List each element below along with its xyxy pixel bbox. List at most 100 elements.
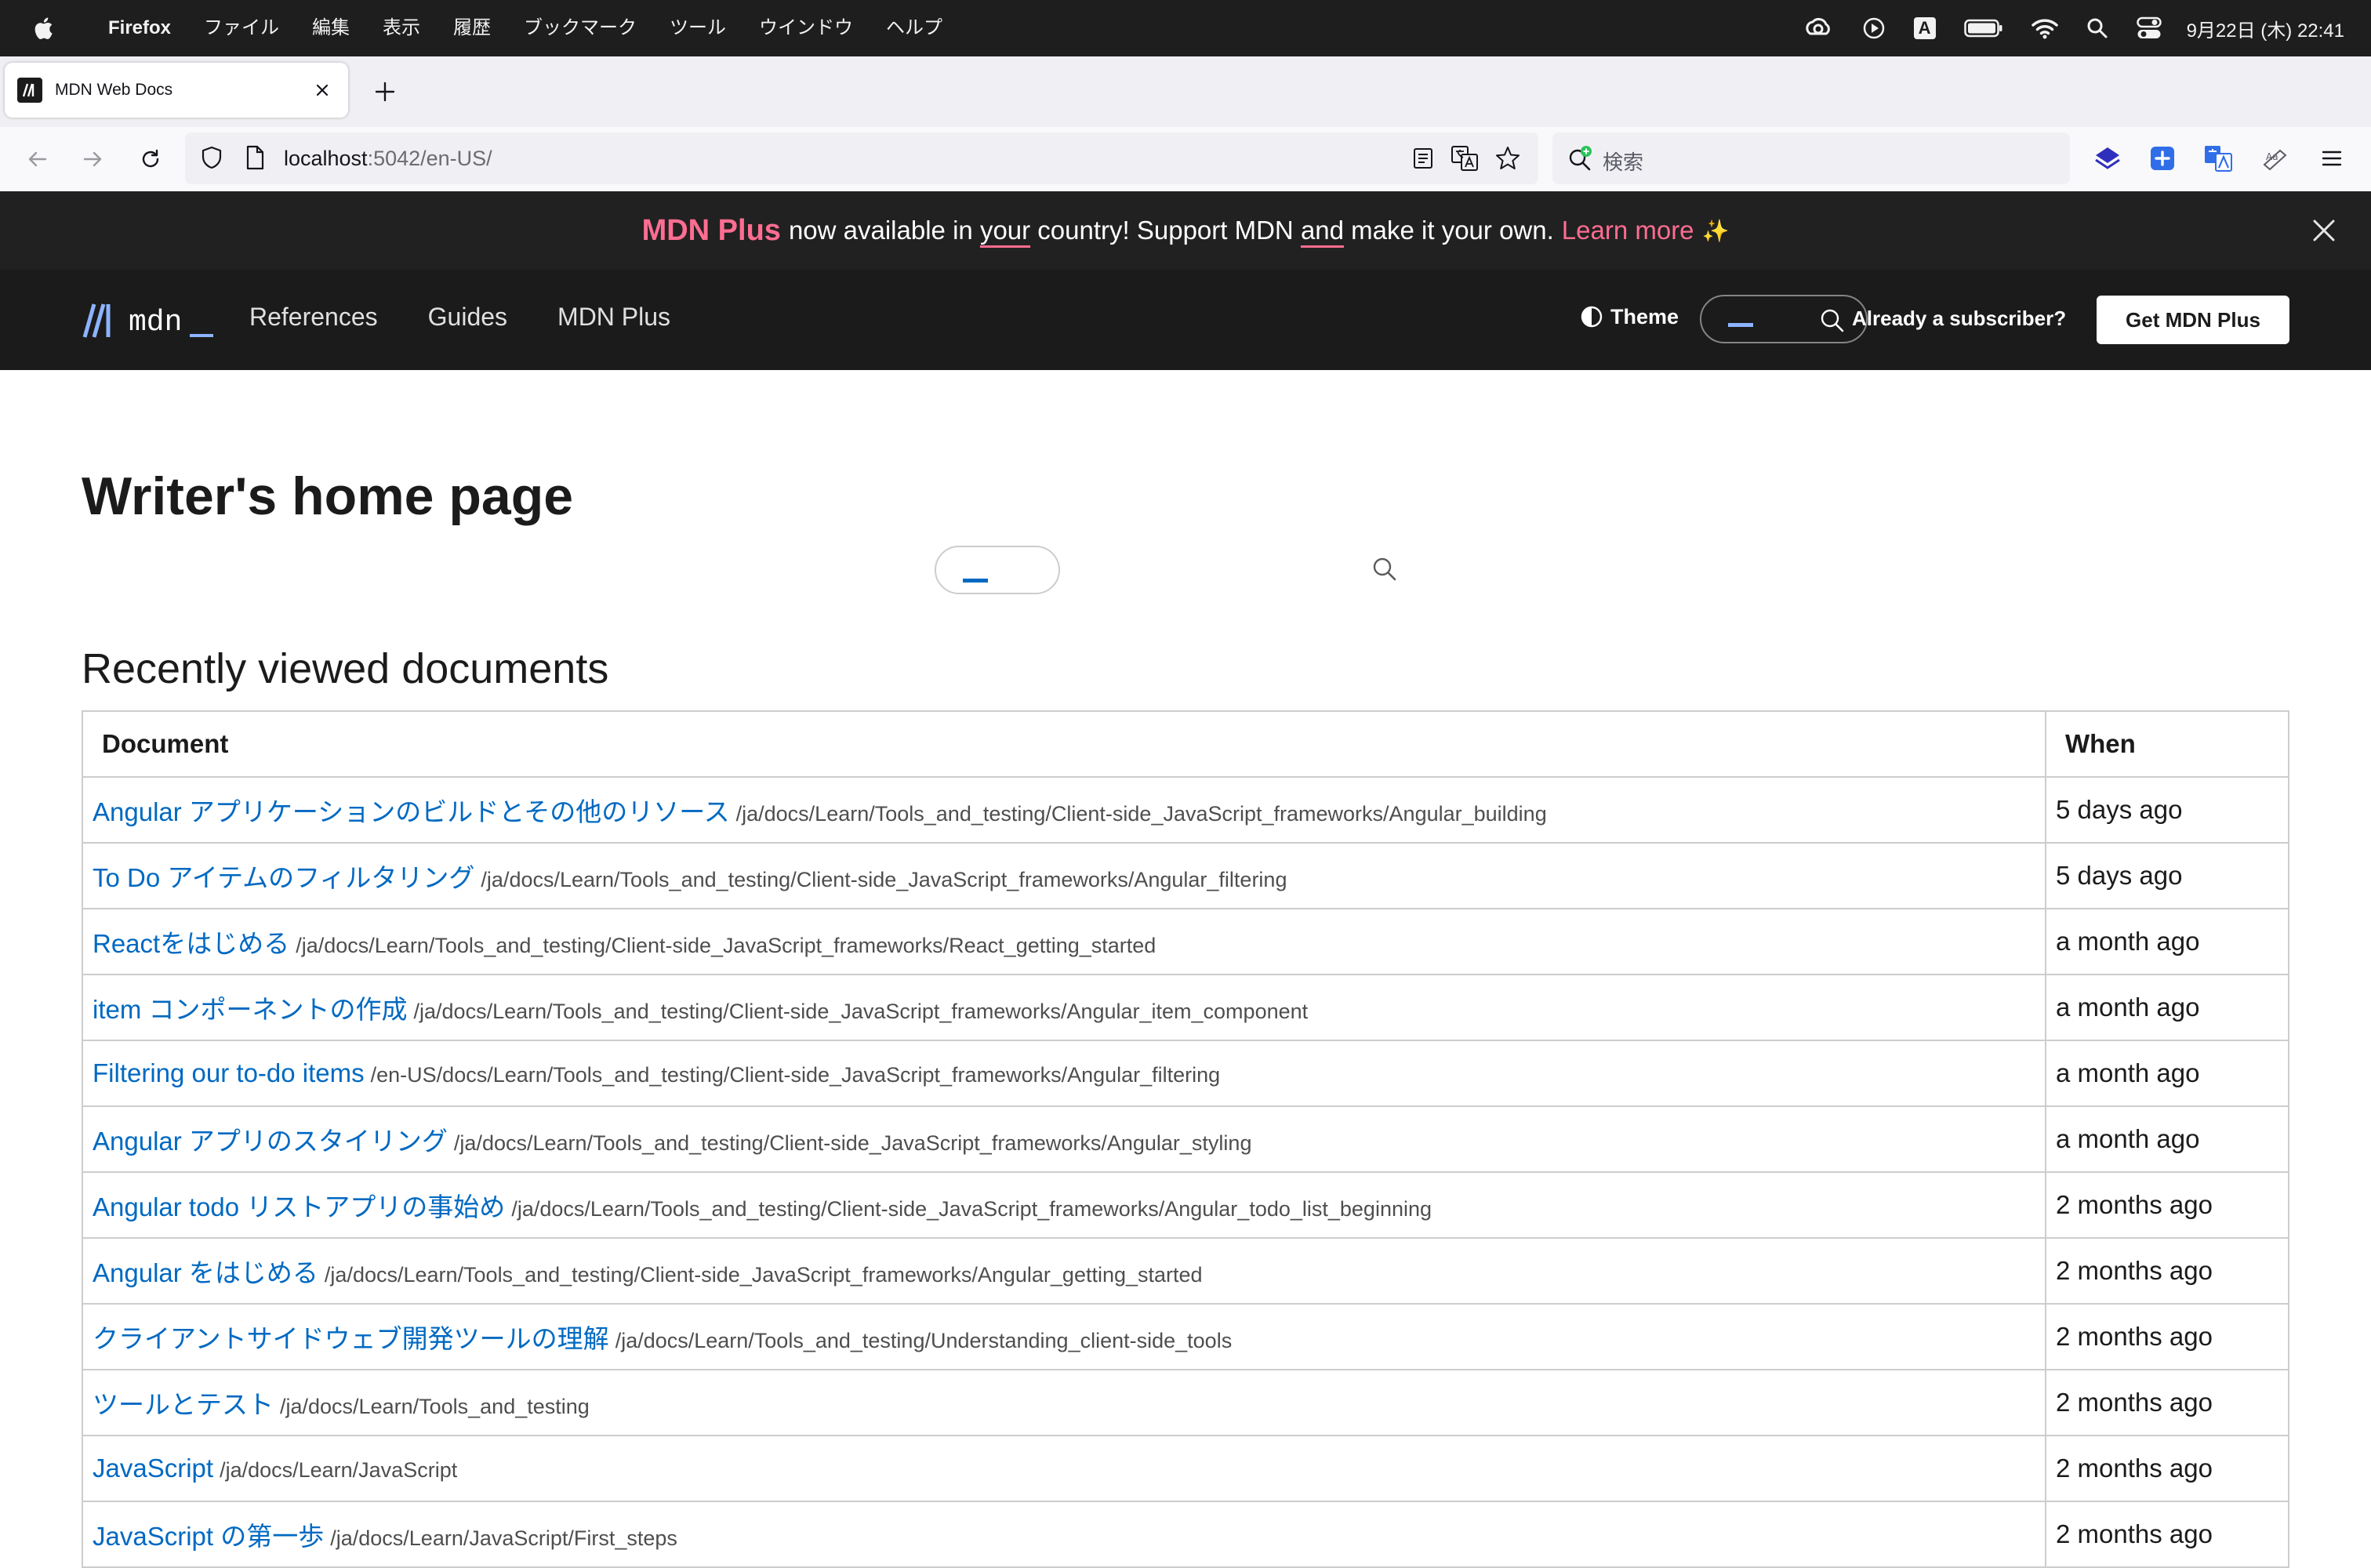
document-link[interactable]: Angular アプリケーションのビルドとその他のリソース — [93, 797, 730, 826]
document-link[interactable]: クライアントサイドウェブ開発ツールの理解 — [93, 1324, 609, 1353]
document-link[interactable]: Filtering our to-do items — [93, 1058, 365, 1087]
table-row: item コンポーネントの作成/ja/docs/Learn/Tools_and_… — [82, 974, 2289, 1041]
when-cell: 5 days ago — [2045, 842, 2289, 909]
menu-bar-clock[interactable]: 9月22日 (木) 22:41 — [2187, 15, 2344, 42]
document-link[interactable]: ツールとテスト — [93, 1390, 274, 1419]
url-path: :5042/en-US/ — [367, 147, 492, 170]
theme-switcher-button[interactable]: Theme — [1579, 304, 1679, 329]
app-menu-hamburger-icon[interactable] — [2318, 144, 2346, 172]
page-search-input[interactable] — [935, 546, 1060, 594]
menu-file[interactable]: ファイル — [204, 0, 279, 56]
search-bar-placeholder: 検索 — [1603, 151, 1644, 174]
document-link[interactable]: JavaScript — [93, 1454, 213, 1483]
document-path: /ja/docs/Learn/Tools_and_testing/Client-… — [511, 1197, 1432, 1221]
already-subscriber-link[interactable]: Already a subscriber? — [1852, 307, 2066, 331]
when-cell: a month ago — [2045, 1040, 2289, 1107]
extension-dictionary-icon[interactable]: Aa — [2261, 144, 2289, 172]
document-path: /ja/docs/Learn/Tools_and_testing/Client-… — [481, 868, 1287, 891]
search-engine-icon[interactable] — [1567, 145, 1593, 172]
document-cell: To Do アイテムのフィルタリング/ja/docs/Learn/Tools_a… — [82, 842, 2046, 909]
document-link[interactable]: Angular todo リストアプリの事始め — [93, 1192, 505, 1221]
menu-bookmarks[interactable]: ブックマーク — [524, 0, 637, 56]
menu-app-firefox[interactable]: Firefox — [108, 0, 171, 56]
document-path: /ja/docs/Learn/Tools_and_testing/Client-… — [296, 934, 1156, 957]
url-host: localhost — [284, 147, 368, 170]
banner-learn-more-link[interactable]: Learn more — [1562, 216, 1694, 245]
mdn-logo[interactable]: mdn — [82, 303, 214, 339]
main-nav: References Guides MDN Plus — [249, 303, 721, 332]
table-row: クライアントサイドウェブ開発ツールの理解/ja/docs/Learn/Tools… — [82, 1303, 2289, 1370]
search-bar[interactable]: 検索 — [1552, 132, 2070, 184]
table-row: To Do アイテムのフィルタリング/ja/docs/Learn/Tools_a… — [82, 842, 2289, 909]
nav-guides[interactable]: Guides — [428, 303, 507, 332]
document-cell: JavaScript/ja/docs/Learn/JavaScript — [82, 1435, 2046, 1502]
forward-button[interactable] — [77, 143, 108, 175]
document-link[interactable]: Angular アプリのスタイリング — [93, 1127, 448, 1156]
table-row: Angular アプリのスタイリング/ja/docs/Learn/Tools_a… — [82, 1105, 2289, 1173]
document-path: /ja/docs/Learn/Tools_and_testing/Client-… — [453, 1131, 1252, 1155]
menu-tools[interactable]: ツール — [670, 0, 726, 56]
input-method-icon[interactable]: A — [1913, 17, 1936, 39]
document-cell: Angular todo リストアプリの事始め/ja/docs/Learn/To… — [82, 1171, 2046, 1239]
header-search-input[interactable] — [1700, 295, 1868, 343]
document-path: /ja/docs/Learn/Tools_and_testing/Client-… — [735, 802, 1547, 826]
input-method-label: A — [1913, 17, 1936, 39]
address-bar[interactable]: localhost:5042/en-US/ — [185, 132, 1538, 184]
table-row: JavaScript の第一歩/ja/docs/Learn/JavaScript… — [82, 1501, 2289, 1568]
translate-icon[interactable] — [1451, 145, 1479, 172]
document-link[interactable]: item コンポーネントの作成 — [93, 995, 408, 1024]
menu-window[interactable]: ウインドウ — [759, 0, 853, 56]
play-icon[interactable] — [1862, 16, 1886, 40]
get-mdn-plus-button[interactable]: Get MDN Plus — [2097, 296, 2289, 344]
menu-view[interactable]: 表示 — [383, 0, 420, 56]
tracking-protection-shield-icon[interactable] — [198, 143, 226, 172]
spotlight-icon[interactable] — [2086, 17, 2108, 39]
banner-close-icon[interactable] — [2310, 216, 2338, 245]
tab-close-icon[interactable] — [310, 78, 334, 102]
forward-arrow-icon — [83, 151, 102, 167]
apple-icon[interactable] — [31, 15, 58, 42]
document-path: /ja/docs/Learn/JavaScript/First_steps — [330, 1526, 677, 1550]
reload-button[interactable] — [135, 143, 166, 175]
browser-tab-strip: MDN Web Docs — [0, 56, 2371, 127]
wifi-icon[interactable] — [2031, 17, 2058, 39]
banner-brand: MDN Plus — [641, 213, 781, 247]
nav-mdn-plus[interactable]: MDN Plus — [557, 303, 670, 332]
creative-cloud-icon[interactable] — [1803, 16, 1834, 40]
banner-underline-and: and — [1300, 216, 1344, 245]
search-icon[interactable] — [1819, 307, 1846, 334]
control-center-icon[interactable] — [2136, 16, 2162, 40]
table-row: ツールとテスト/ja/docs/Learn/Tools_and_testing … — [82, 1369, 2289, 1436]
document-cell: Angular アプリのスタイリング/ja/docs/Learn/Tools_a… — [82, 1105, 2046, 1173]
table-row: Filtering our to-do items/en-US/docs/Lea… — [82, 1040, 2289, 1107]
tab-mdn-web-docs[interactable]: MDN Web Docs — [5, 63, 348, 118]
menu-history[interactable]: 履歴 — [453, 0, 491, 56]
bookmark-star-icon[interactable] — [1494, 145, 1521, 172]
table-row: Angular をはじめる/ja/docs/Learn/Tools_and_te… — [82, 1237, 2289, 1305]
menu-help[interactable]: ヘルプ — [886, 0, 942, 56]
when-cell: a month ago — [2045, 908, 2289, 975]
nav-references[interactable]: References — [249, 303, 378, 332]
new-tab-icon[interactable] — [370, 77, 400, 107]
reader-view-icon[interactable] — [1411, 147, 1435, 170]
menu-edit[interactable]: 編集 — [312, 0, 350, 56]
sparkle-icon: ✨ — [1701, 218, 1730, 243]
page-search-icon[interactable] — [1371, 555, 1399, 583]
when-cell: 5 days ago — [2045, 776, 2289, 844]
extension-layers-icon[interactable] — [2093, 144, 2122, 172]
extension-translate-icon[interactable] — [2203, 144, 2233, 172]
back-button[interactable] — [22, 143, 53, 175]
column-header-when: When — [2045, 710, 2289, 778]
document-link[interactable]: JavaScript の第一歩 — [93, 1522, 324, 1551]
when-cell: a month ago — [2045, 1105, 2289, 1173]
document-link[interactable]: To Do アイテムのフィルタリング — [93, 863, 474, 892]
theme-label: Theme — [1610, 304, 1679, 328]
document-link[interactable]: Reactをはじめる — [93, 929, 289, 958]
page-info-icon[interactable] — [243, 143, 267, 172]
document-cell: Reactをはじめる/ja/docs/Learn/Tools_and_testi… — [82, 908, 2046, 975]
document-link[interactable]: Angular をはじめる — [93, 1258, 318, 1287]
when-cell: 2 months ago — [2045, 1171, 2289, 1239]
battery-icon[interactable] — [1963, 18, 2003, 38]
table-row: Angular アプリケーションのビルドとその他のリソース/ja/docs/Le… — [82, 776, 2289, 844]
extension-plus-icon[interactable] — [2148, 144, 2177, 172]
